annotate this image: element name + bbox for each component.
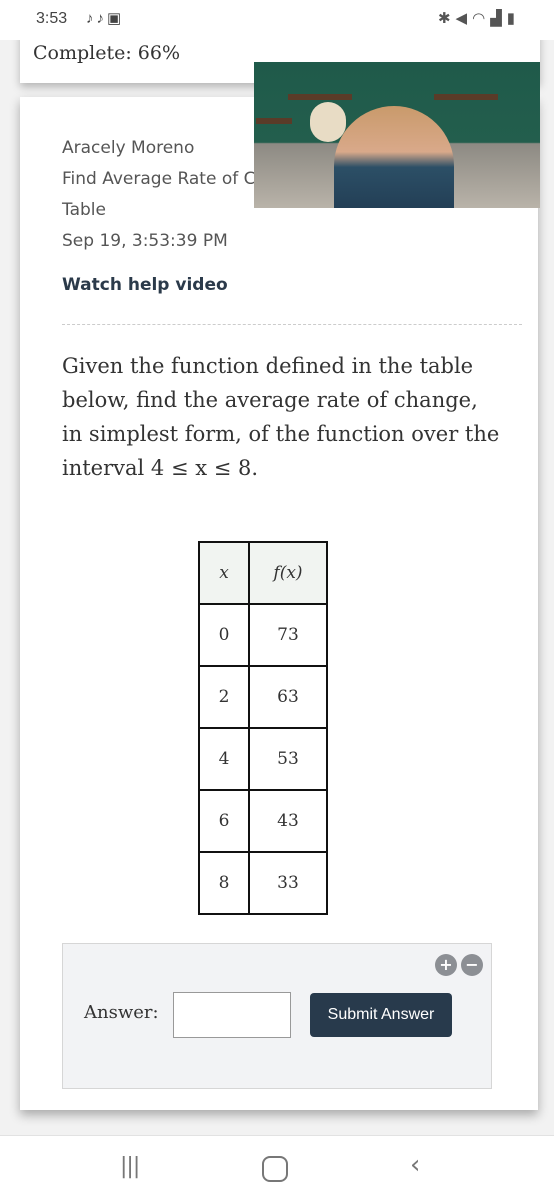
recent-apps-icon[interactable]: ||| xyxy=(120,1154,140,1179)
video-shelf xyxy=(288,94,352,100)
cell-fx: 33 xyxy=(248,851,328,915)
answer-label: Answer: xyxy=(84,1002,159,1023)
assignment-title-line2: Table xyxy=(62,200,106,220)
bluetooth-icon: ✱ xyxy=(437,10,456,27)
wifi-icon: ◠ xyxy=(472,10,491,27)
mute-icon: ◀ xyxy=(455,10,473,27)
question-interval: 4 ≤ x ≤ 8. xyxy=(150,456,259,480)
tiktok-icon: ♪ xyxy=(96,10,107,27)
table-header-row: x f(x) xyxy=(198,541,328,605)
timestamp: Sep 19, 3:53:39 PM xyxy=(62,231,228,251)
plus-icon[interactable]: + xyxy=(435,954,457,976)
submit-answer-button[interactable]: Submit Answer xyxy=(310,993,452,1037)
table-row: 0 73 xyxy=(198,603,328,667)
cell-x: 2 xyxy=(198,665,250,729)
answer-panel: + − Answer: Submit Answer xyxy=(62,943,492,1089)
cell-x: 0 xyxy=(198,603,250,667)
battery-icon: ▮ xyxy=(506,10,520,27)
assignment-meta: Aracely Moreno Find Average Rate of C Ta… xyxy=(62,133,256,301)
progress-label: Complete: 66% xyxy=(33,42,181,64)
signal-icon: ▟ xyxy=(490,10,507,27)
cell-fx: 53 xyxy=(248,727,328,791)
header-x: x xyxy=(198,541,250,605)
cell-x: 4 xyxy=(198,727,250,791)
student-name: Aracely Moreno xyxy=(62,138,195,158)
video-person xyxy=(334,106,454,208)
status-bar: 3:53 ♪♪▣ ✱◀◠▟▮ xyxy=(0,0,554,40)
android-nav-bar: ||| ‹ xyxy=(0,1135,554,1201)
table-row: 2 63 xyxy=(198,665,328,729)
system-icons: ✱◀◠▟▮ xyxy=(438,9,520,27)
question-card: Aracely Moreno Find Average Rate of C Ta… xyxy=(20,97,538,1110)
tiktok-icon: ♪ xyxy=(86,10,97,27)
notification-icons: ♪♪▣ xyxy=(86,9,124,27)
cell-x: 8 xyxy=(198,851,250,915)
question-body: Given the function defined in the table … xyxy=(62,354,500,480)
table-row: 8 33 xyxy=(198,851,328,915)
home-icon[interactable] xyxy=(262,1156,288,1182)
assignment-title: Find Average Rate of C xyxy=(62,169,256,189)
cell-fx: 43 xyxy=(248,789,328,853)
divider xyxy=(62,324,522,325)
table-row: 6 43 xyxy=(198,789,328,853)
cell-x: 6 xyxy=(198,789,250,853)
gallery-icon: ▣ xyxy=(107,10,125,27)
cell-fx: 63 xyxy=(248,665,328,729)
video-shelf xyxy=(256,118,292,124)
clock: 3:53 xyxy=(36,10,68,27)
page-content[interactable]: Complete: 66% Aracely Moreno Find Averag… xyxy=(0,40,554,1135)
minus-icon[interactable]: − xyxy=(461,954,483,976)
watch-help-video-link[interactable]: Watch help video xyxy=(62,270,256,301)
back-icon[interactable]: ‹ xyxy=(410,1150,420,1180)
question-text: Given the function defined in the table … xyxy=(62,349,502,485)
table-row: 4 53 xyxy=(198,727,328,791)
help-video-thumbnail[interactable] xyxy=(254,62,540,208)
answer-input[interactable] xyxy=(173,992,291,1038)
video-shelf xyxy=(434,94,498,100)
cell-fx: 73 xyxy=(248,603,328,667)
header-fx: f(x) xyxy=(248,541,328,605)
function-table: x f(x) 0 73 2 63 4 53 6 43 8 33 xyxy=(198,541,328,915)
